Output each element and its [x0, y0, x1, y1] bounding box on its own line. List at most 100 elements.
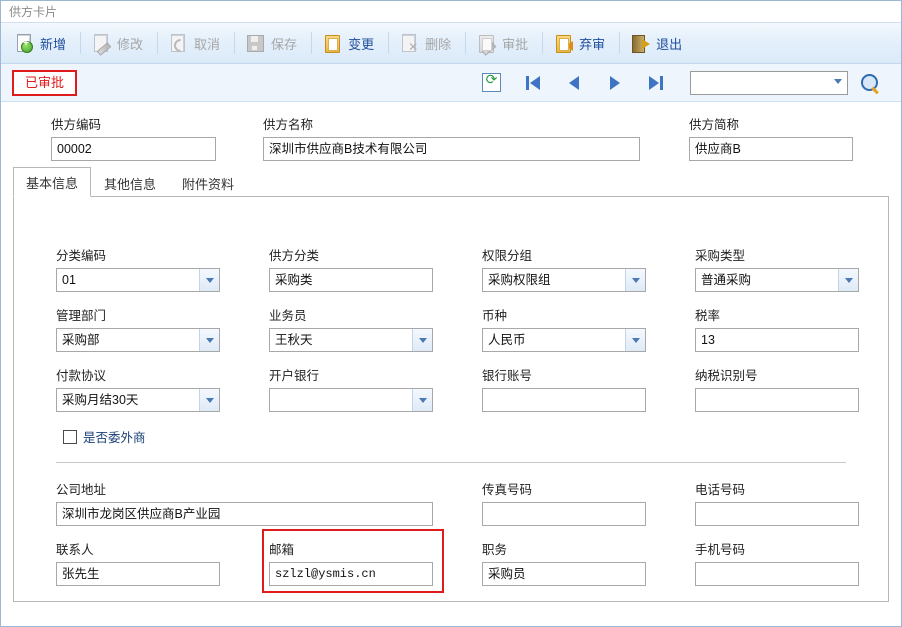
approve-button[interactable]: 审批 [469, 26, 539, 60]
contact-person-input[interactable]: 张先生 [56, 562, 220, 586]
category-code-combo[interactable]: 01 [56, 268, 220, 292]
change-button[interactable]: 变更 [315, 26, 385, 60]
tab-basic-info-label: 基本信息 [26, 176, 79, 191]
tax-id-field: 纳税识别号 [695, 365, 859, 412]
supplier-code-input[interactable]: 00002 [51, 137, 216, 161]
contact-person-label: 联系人 [56, 543, 94, 557]
tab-other-info[interactable]: 其他信息 [91, 168, 169, 197]
tax-rate-label: 税率 [695, 309, 721, 323]
new-button[interactable]: 新增 [7, 26, 77, 60]
fax-number-field: 传真号码 [482, 479, 646, 526]
exit-button[interactable]: 退出 [623, 26, 693, 60]
contact-person-field: 联系人 张先生 [56, 539, 220, 586]
first-record-icon [525, 75, 529, 90]
delete-button[interactable]: ✕ 删除 [392, 26, 462, 60]
search-icon[interactable] [860, 73, 880, 93]
next-record-button[interactable] [594, 69, 635, 97]
management-department-value: 采购部 [62, 333, 100, 347]
permission-group-combo[interactable]: 采购权限组 [482, 268, 646, 292]
last-record-button[interactable] [635, 69, 676, 97]
currency-label: 币种 [482, 309, 508, 323]
cancel-button-label: 取消 [194, 36, 221, 52]
previous-record-icon [568, 75, 579, 90]
category-code-value: 01 [62, 273, 76, 287]
job-title-input[interactable]: 采购员 [482, 562, 646, 586]
chevron-down-icon[interactable] [829, 71, 847, 92]
exit-button-label: 退出 [656, 36, 683, 52]
bank-account-input[interactable] [482, 388, 646, 412]
category-code-label: 分类编码 [56, 249, 107, 263]
chevron-down-icon[interactable] [625, 269, 645, 291]
exit-door-icon [630, 33, 651, 53]
edit-pencil-icon [91, 33, 112, 56]
chevron-down-icon[interactable] [412, 329, 432, 351]
new-button-label: 新增 [40, 36, 67, 52]
toolbar-separator [542, 32, 544, 54]
mobile-number-input[interactable] [695, 562, 859, 586]
email-label: 邮箱 [269, 543, 295, 557]
save-button[interactable]: 保存 [238, 26, 308, 60]
payment-terms-combo[interactable]: 采购月结30天 [56, 388, 220, 412]
last-record-icon [648, 75, 659, 90]
supplier-code-field: 供方编码 00002 [51, 114, 216, 161]
chevron-down-icon[interactable] [838, 269, 858, 291]
chevron-down-icon[interactable] [199, 329, 219, 351]
basic-info-panel: 分类编码 01 供方分类 采购类 权限分组 采购权限组 采购类型 普通采购 管理… [13, 196, 889, 602]
currency-field: 币种 人民币 [482, 305, 646, 352]
currency-combo[interactable]: 人民币 [482, 328, 646, 352]
permission-group-label: 权限分组 [482, 249, 533, 263]
chevron-down-icon[interactable] [199, 269, 219, 291]
toolbar-separator [619, 32, 621, 54]
bank-account-label: 银行账号 [482, 369, 533, 383]
chevron-down-icon[interactable] [625, 329, 645, 351]
tax-rate-field: 税率 13 [695, 305, 859, 352]
record-select-combo[interactable] [690, 70, 848, 95]
supplier-category-label: 供方分类 [269, 249, 320, 263]
revoke-approval-button[interactable]: 弃审 [546, 26, 616, 60]
outsourcing-checkbox[interactable] [63, 429, 77, 444]
supplier-short-name-input[interactable]: 供应商B [689, 137, 853, 161]
cancel-button[interactable]: 取消 [161, 26, 231, 60]
supplier-name-input[interactable]: 深圳市供应商B技术有限公司 [263, 137, 640, 161]
first-record-button[interactable] [512, 69, 553, 97]
bank-name-field: 开户银行 [269, 365, 433, 412]
tab-basic-info[interactable]: 基本信息 [13, 167, 92, 197]
edit-button[interactable]: 修改 [84, 26, 154, 60]
tax-rate-input[interactable]: 13 [695, 328, 859, 352]
chevron-down-icon[interactable] [412, 389, 432, 411]
toolbar-separator [157, 32, 159, 54]
supplier-category-field: 供方分类 采购类 [269, 245, 433, 292]
phone-number-input[interactable] [695, 502, 859, 526]
company-address-input[interactable]: 深圳市龙岗区供应商B产业园 [56, 502, 433, 526]
chevron-down-icon[interactable] [199, 389, 219, 411]
management-department-combo[interactable]: 采购部 [56, 328, 220, 352]
toolbar-separator [234, 32, 236, 54]
payment-terms-label: 付款协议 [56, 369, 107, 383]
previous-record-button[interactable] [553, 69, 594, 97]
undo-icon [168, 33, 190, 55]
outsourcing-checkbox-row[interactable]: 是否委外商 [63, 427, 146, 446]
fax-number-input[interactable] [482, 502, 646, 526]
supplier-name-label: 供方名称 [263, 118, 314, 132]
header-fields: 供方编码 00002 供方名称 深圳市供应商B技术有限公司 供方简称 供应商B [1, 102, 901, 170]
supplier-name-field: 供方名称 深圳市供应商B技术有限公司 [263, 114, 640, 161]
section-divider [56, 462, 846, 463]
supplier-category-input[interactable]: 采购类 [269, 268, 433, 292]
tax-id-input[interactable] [695, 388, 859, 412]
delete-button-label: 删除 [425, 36, 452, 52]
permission-group-field: 权限分组 采购权限组 [482, 245, 646, 292]
window-title: 供方卡片 [9, 5, 58, 19]
tab-attachments[interactable]: 附件资料 [169, 168, 247, 197]
email-input[interactable]: szlzl@ysmis.cn [269, 562, 433, 586]
save-disk-icon [245, 33, 265, 53]
purchase-type-combo[interactable]: 普通采购 [695, 268, 859, 292]
refresh-button[interactable] [471, 69, 512, 97]
edit-button-label: 修改 [117, 36, 144, 52]
approve-icon [476, 33, 497, 56]
save-button-label: 保存 [271, 36, 298, 52]
supplier-short-name-label: 供方简称 [689, 118, 740, 132]
toolbar-separator [388, 32, 390, 54]
salesperson-combo[interactable]: 王秋天 [269, 328, 433, 352]
window-titlebar: 供方卡片 [1, 1, 901, 23]
bank-name-combo[interactable] [269, 388, 433, 412]
